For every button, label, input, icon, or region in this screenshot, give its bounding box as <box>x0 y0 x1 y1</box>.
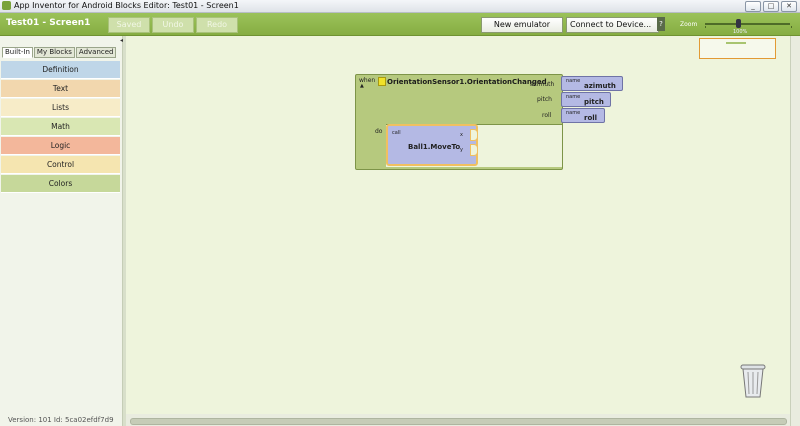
param-label-azimuth: azimuth <box>530 81 555 88</box>
name-block-pitch[interactable]: name pitch <box>561 92 611 107</box>
undo-button[interactable]: Undo <box>152 17 194 33</box>
category-lists[interactable]: Lists <box>1 99 120 117</box>
toolbar: Test01 - Screen1 Saved Undo Redo New emu… <box>0 13 800 36</box>
call-method-name: Ball1.MoveTo <box>408 143 461 151</box>
arg-y-label: y <box>460 147 463 153</box>
maximize-button[interactable]: □ <box>763 1 779 12</box>
workspace-minimap[interactable] <box>699 38 776 59</box>
call-block-ball-moveto[interactable]: call Ball1.MoveTo x y <box>386 124 478 166</box>
socket-y[interactable] <box>470 144 478 156</box>
param-value-azimuth: azimuth <box>584 82 616 90</box>
zoom-value: 100% <box>733 29 748 35</box>
minimize-button[interactable]: _ <box>745 1 761 12</box>
name-block-azimuth[interactable]: name azimuth <box>561 76 623 91</box>
category-control[interactable]: Control <box>1 156 120 174</box>
connect-device-dropdown[interactable]: Connect to Device... <box>566 17 659 33</box>
window-titlebar: App Inventor for Android Blocks Editor: … <box>0 0 800 13</box>
window-controls: _ □ ✕ <box>745 1 797 12</box>
param-value-roll: roll <box>584 114 598 122</box>
drawer-tabs: Built-In My Blocks Advanced <box>2 47 117 58</box>
category-colors[interactable]: Colors <box>1 175 120 193</box>
zoom-slider-thumb[interactable] <box>736 19 741 28</box>
window-title: App Inventor for Android Blocks Editor: … <box>14 1 239 10</box>
arg-x-label: x <box>460 132 463 138</box>
redo-button[interactable]: Redo <box>196 17 238 33</box>
horizontal-scroll-thumb[interactable] <box>130 418 787 425</box>
vertical-scrollbar[interactable] <box>790 36 800 426</box>
do-label: do <box>375 128 383 135</box>
new-emulator-button[interactable]: New emulator <box>481 17 563 33</box>
name-tag: name <box>566 78 581 84</box>
category-logic[interactable]: Logic <box>1 137 120 155</box>
category-text[interactable]: Text <box>1 80 120 98</box>
help-icon[interactable]: ? <box>657 17 665 31</box>
category-math[interactable]: Math <box>1 118 120 136</box>
zoom-ticks <box>705 26 792 28</box>
param-value-pitch: pitch <box>584 98 604 106</box>
name-tag: name <box>566 110 581 116</box>
version-label: Version: 101 Id: 5ca02efdf7d9 <box>8 416 114 424</box>
name-tag: name <box>566 94 581 100</box>
param-label-pitch: pitch <box>537 96 552 103</box>
event-title: OrientationSensor1.OrientationChanged <box>387 78 547 86</box>
app-icon <box>2 1 11 10</box>
socket-x[interactable] <box>470 129 478 141</box>
blocks-sidebar: Built-In My Blocks Advanced Definition T… <box>0 36 123 426</box>
tab-advanced[interactable]: Advanced <box>75 47 117 58</box>
saved-button[interactable]: Saved <box>108 17 150 33</box>
warning-icon[interactable] <box>378 77 386 86</box>
tab-my-blocks[interactable]: My Blocks <box>33 47 75 58</box>
zoom-slider-track[interactable] <box>705 23 790 25</box>
minimap-block <box>726 42 746 44</box>
param-label-roll: roll <box>542 112 552 119</box>
zoom-label: Zoom <box>680 21 698 28</box>
close-button[interactable]: ✕ <box>781 1 797 12</box>
tab-built-in[interactable]: Built-In <box>2 47 33 58</box>
category-definition[interactable]: Definition <box>1 61 120 79</box>
project-title: Test01 - Screen1 <box>6 18 91 28</box>
trash-icon[interactable] <box>738 363 768 401</box>
name-block-roll[interactable]: name roll <box>561 108 605 123</box>
collapse-triangle-icon[interactable]: ▲ <box>360 83 364 89</box>
call-label: call <box>392 130 401 136</box>
